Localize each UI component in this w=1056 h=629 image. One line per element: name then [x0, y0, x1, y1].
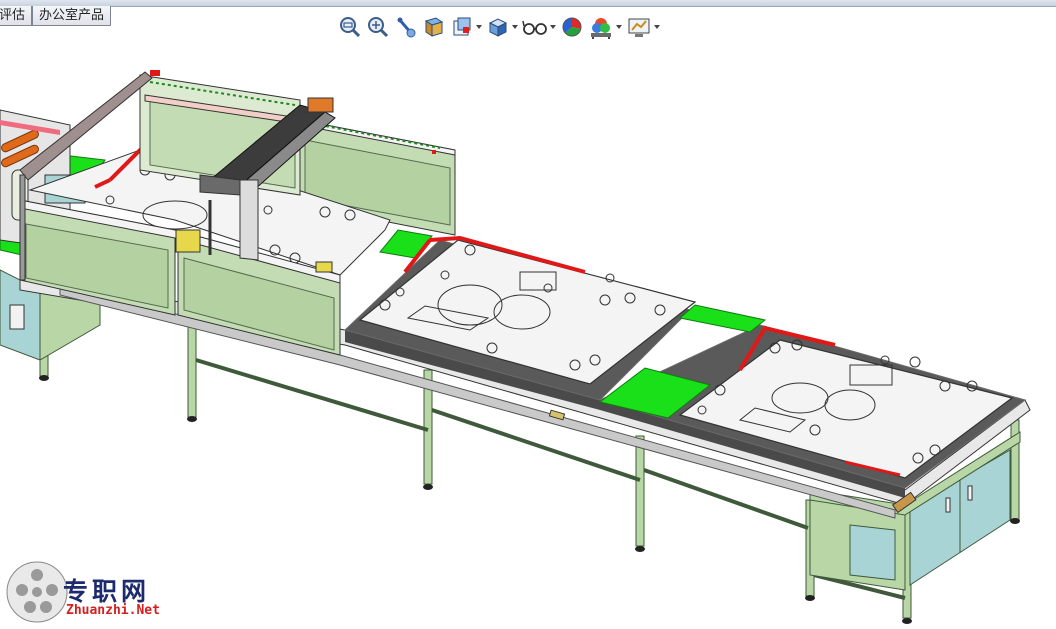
chevron-down-icon[interactable]: [654, 25, 660, 29]
chevron-down-icon[interactable]: [476, 25, 482, 29]
watermark-logo-icon: [6, 561, 68, 623]
heads-up-view-toolbar: [338, 12, 664, 42]
window-top-strip: [0, 0, 1056, 7]
tab-office-products[interactable]: 办公室产品: [32, 6, 112, 26]
tab-evaluate[interactable]: 评估: [0, 6, 33, 26]
section-view-icon: [424, 17, 444, 37]
view-orientation-icon: [453, 17, 471, 36]
graphics-viewport[interactable]: [0, 40, 1056, 629]
watermark-url: Zhuanzhi.Net: [66, 603, 160, 618]
display-style-icon: [488, 18, 508, 37]
zoom-to-fit-button[interactable]: [338, 15, 362, 39]
apply-scene-icon: [591, 18, 611, 39]
view-orientation-button[interactable]: [450, 15, 482, 39]
hide-show-items-button[interactable]: [522, 15, 556, 39]
chevron-down-icon[interactable]: [550, 25, 556, 29]
previous-view-button[interactable]: [394, 15, 418, 39]
chevron-down-icon[interactable]: [512, 25, 518, 29]
hide-show-items-icon: [522, 20, 547, 35]
apply-scene-button[interactable]: [588, 15, 622, 39]
edit-appearance-button[interactable]: [560, 15, 584, 39]
chevron-down-icon[interactable]: [616, 25, 622, 29]
view-settings-button[interactable]: [626, 15, 660, 39]
display-style-button[interactable]: [486, 15, 518, 39]
zoom-to-area-button[interactable]: [366, 15, 390, 39]
zoom-to-area-icon: [368, 17, 389, 38]
previous-view-icon: [397, 17, 416, 38]
command-manager-tabs: 评估 办公室产品: [0, 6, 112, 27]
view-settings-icon: [628, 18, 650, 37]
section-view-button[interactable]: [422, 15, 446, 39]
zoom-to-fit-icon: [340, 17, 361, 38]
edit-appearance-icon: [562, 17, 582, 37]
